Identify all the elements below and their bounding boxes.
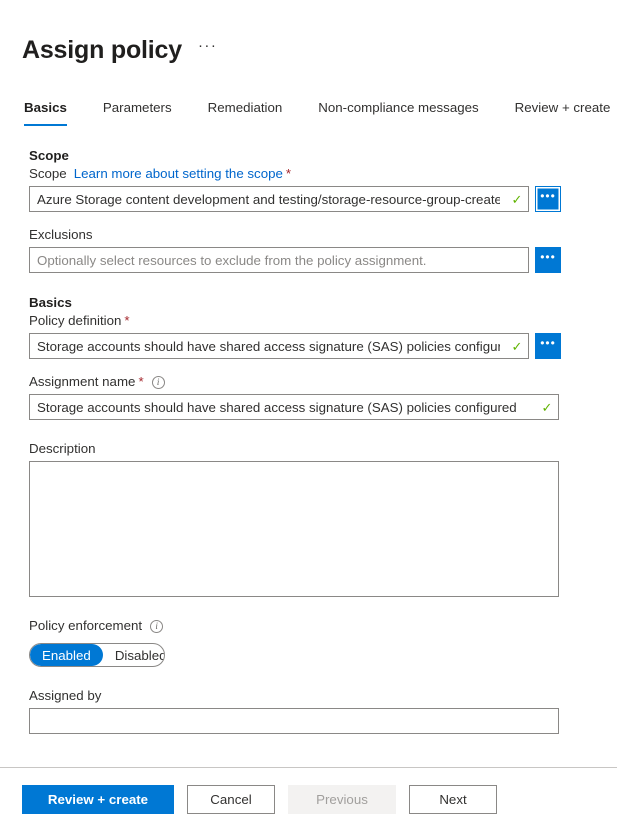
description-label-text: Description: [29, 440, 96, 458]
tab-review-create[interactable]: Review + create: [515, 99, 611, 126]
exclusions-input-wrap: [29, 247, 529, 273]
scope-input[interactable]: [30, 187, 506, 211]
description-textarea[interactable]: [29, 461, 559, 597]
assigned-by-field-label: Assigned by: [29, 687, 617, 705]
policy-definition-browse-button[interactable]: •••: [535, 333, 561, 359]
assigned-by-input[interactable]: [29, 708, 559, 734]
assignment-name-valid-icon: ✓: [536, 401, 558, 414]
scope-field-row: ✓ •••: [29, 186, 617, 212]
scope-valid-icon: ✓: [506, 193, 528, 206]
policy-definition-input[interactable]: [30, 334, 506, 358]
policy-enforcement-label-text: Policy enforcement: [29, 617, 142, 635]
assignment-name-required-asterisk: *: [138, 373, 143, 391]
next-button[interactable]: Next: [409, 785, 497, 814]
exclusions-label-text: Exclusions: [29, 226, 93, 244]
policy-definition-field-row: ✓ •••: [29, 333, 617, 359]
assigned-by-label-text: Assigned by: [29, 687, 101, 705]
assignment-name-field-row: ✓: [29, 394, 617, 420]
wizard-tabs: Basics Parameters Remediation Non-compli…: [0, 99, 617, 126]
review-create-button[interactable]: Review + create: [22, 785, 174, 814]
previous-button: Previous: [288, 785, 396, 814]
wizard-footer: Review + create Cancel Previous Next: [0, 767, 617, 831]
tab-non-compliance-messages[interactable]: Non-compliance messages: [318, 99, 478, 126]
policy-definition-label-text: Policy definition: [29, 312, 121, 330]
exclusions-input[interactable]: [30, 248, 528, 272]
tab-parameters[interactable]: Parameters: [103, 99, 172, 126]
scope-field-label: Scope Learn more about setting the scope…: [29, 165, 617, 183]
assign-policy-form: Scope Scope Learn more about setting the…: [0, 148, 617, 734]
policy-definition-field-label: Policy definition *: [29, 312, 617, 330]
policy-enforcement-field-label: Policy enforcement i: [29, 617, 617, 635]
scope-section-heading: Scope: [29, 148, 617, 163]
policy-enforcement-disabled-option[interactable]: Disabled: [103, 644, 165, 666]
assignment-name-label-text: Assignment name: [29, 373, 135, 391]
cancel-button[interactable]: Cancel: [187, 785, 275, 814]
policy-enforcement-toggle[interactable]: Enabled Disabled: [29, 643, 165, 667]
info-icon[interactable]: i: [152, 376, 165, 389]
tab-basics[interactable]: Basics: [24, 99, 67, 126]
more-options-icon[interactable]: ···: [198, 41, 218, 51]
description-field-label: Description: [29, 440, 617, 458]
policy-definition-input-wrap: ✓: [29, 333, 529, 359]
tab-remediation[interactable]: Remediation: [208, 99, 283, 126]
info-icon[interactable]: i: [150, 620, 163, 633]
basics-section-heading: Basics: [29, 295, 617, 310]
assignment-name-input-wrap: ✓: [29, 394, 559, 420]
page-header: Assign policy ···: [0, 0, 617, 66]
policy-definition-valid-icon: ✓: [506, 340, 528, 353]
page-title: Assign policy: [22, 34, 182, 66]
ellipsis-icon: •••: [540, 251, 556, 263]
ellipsis-icon: •••: [540, 190, 556, 202]
exclusions-field-label: Exclusions: [29, 226, 617, 244]
exclusions-field-row: •••: [29, 247, 617, 273]
assignment-name-field-label: Assignment name * i: [29, 373, 617, 391]
scope-label-text: Scope: [29, 165, 67, 183]
ellipsis-icon: •••: [540, 337, 556, 349]
policy-definition-required-asterisk: *: [124, 312, 129, 330]
scope-input-wrap: ✓: [29, 186, 529, 212]
assignment-name-input[interactable]: [30, 395, 536, 419]
scope-browse-button[interactable]: •••: [535, 186, 561, 212]
learn-more-scope-link[interactable]: Learn more about setting the scope: [74, 165, 283, 183]
exclusions-browse-button[interactable]: •••: [535, 247, 561, 273]
scope-required-asterisk: *: [286, 165, 291, 183]
policy-enforcement-enabled-option[interactable]: Enabled: [30, 644, 103, 666]
